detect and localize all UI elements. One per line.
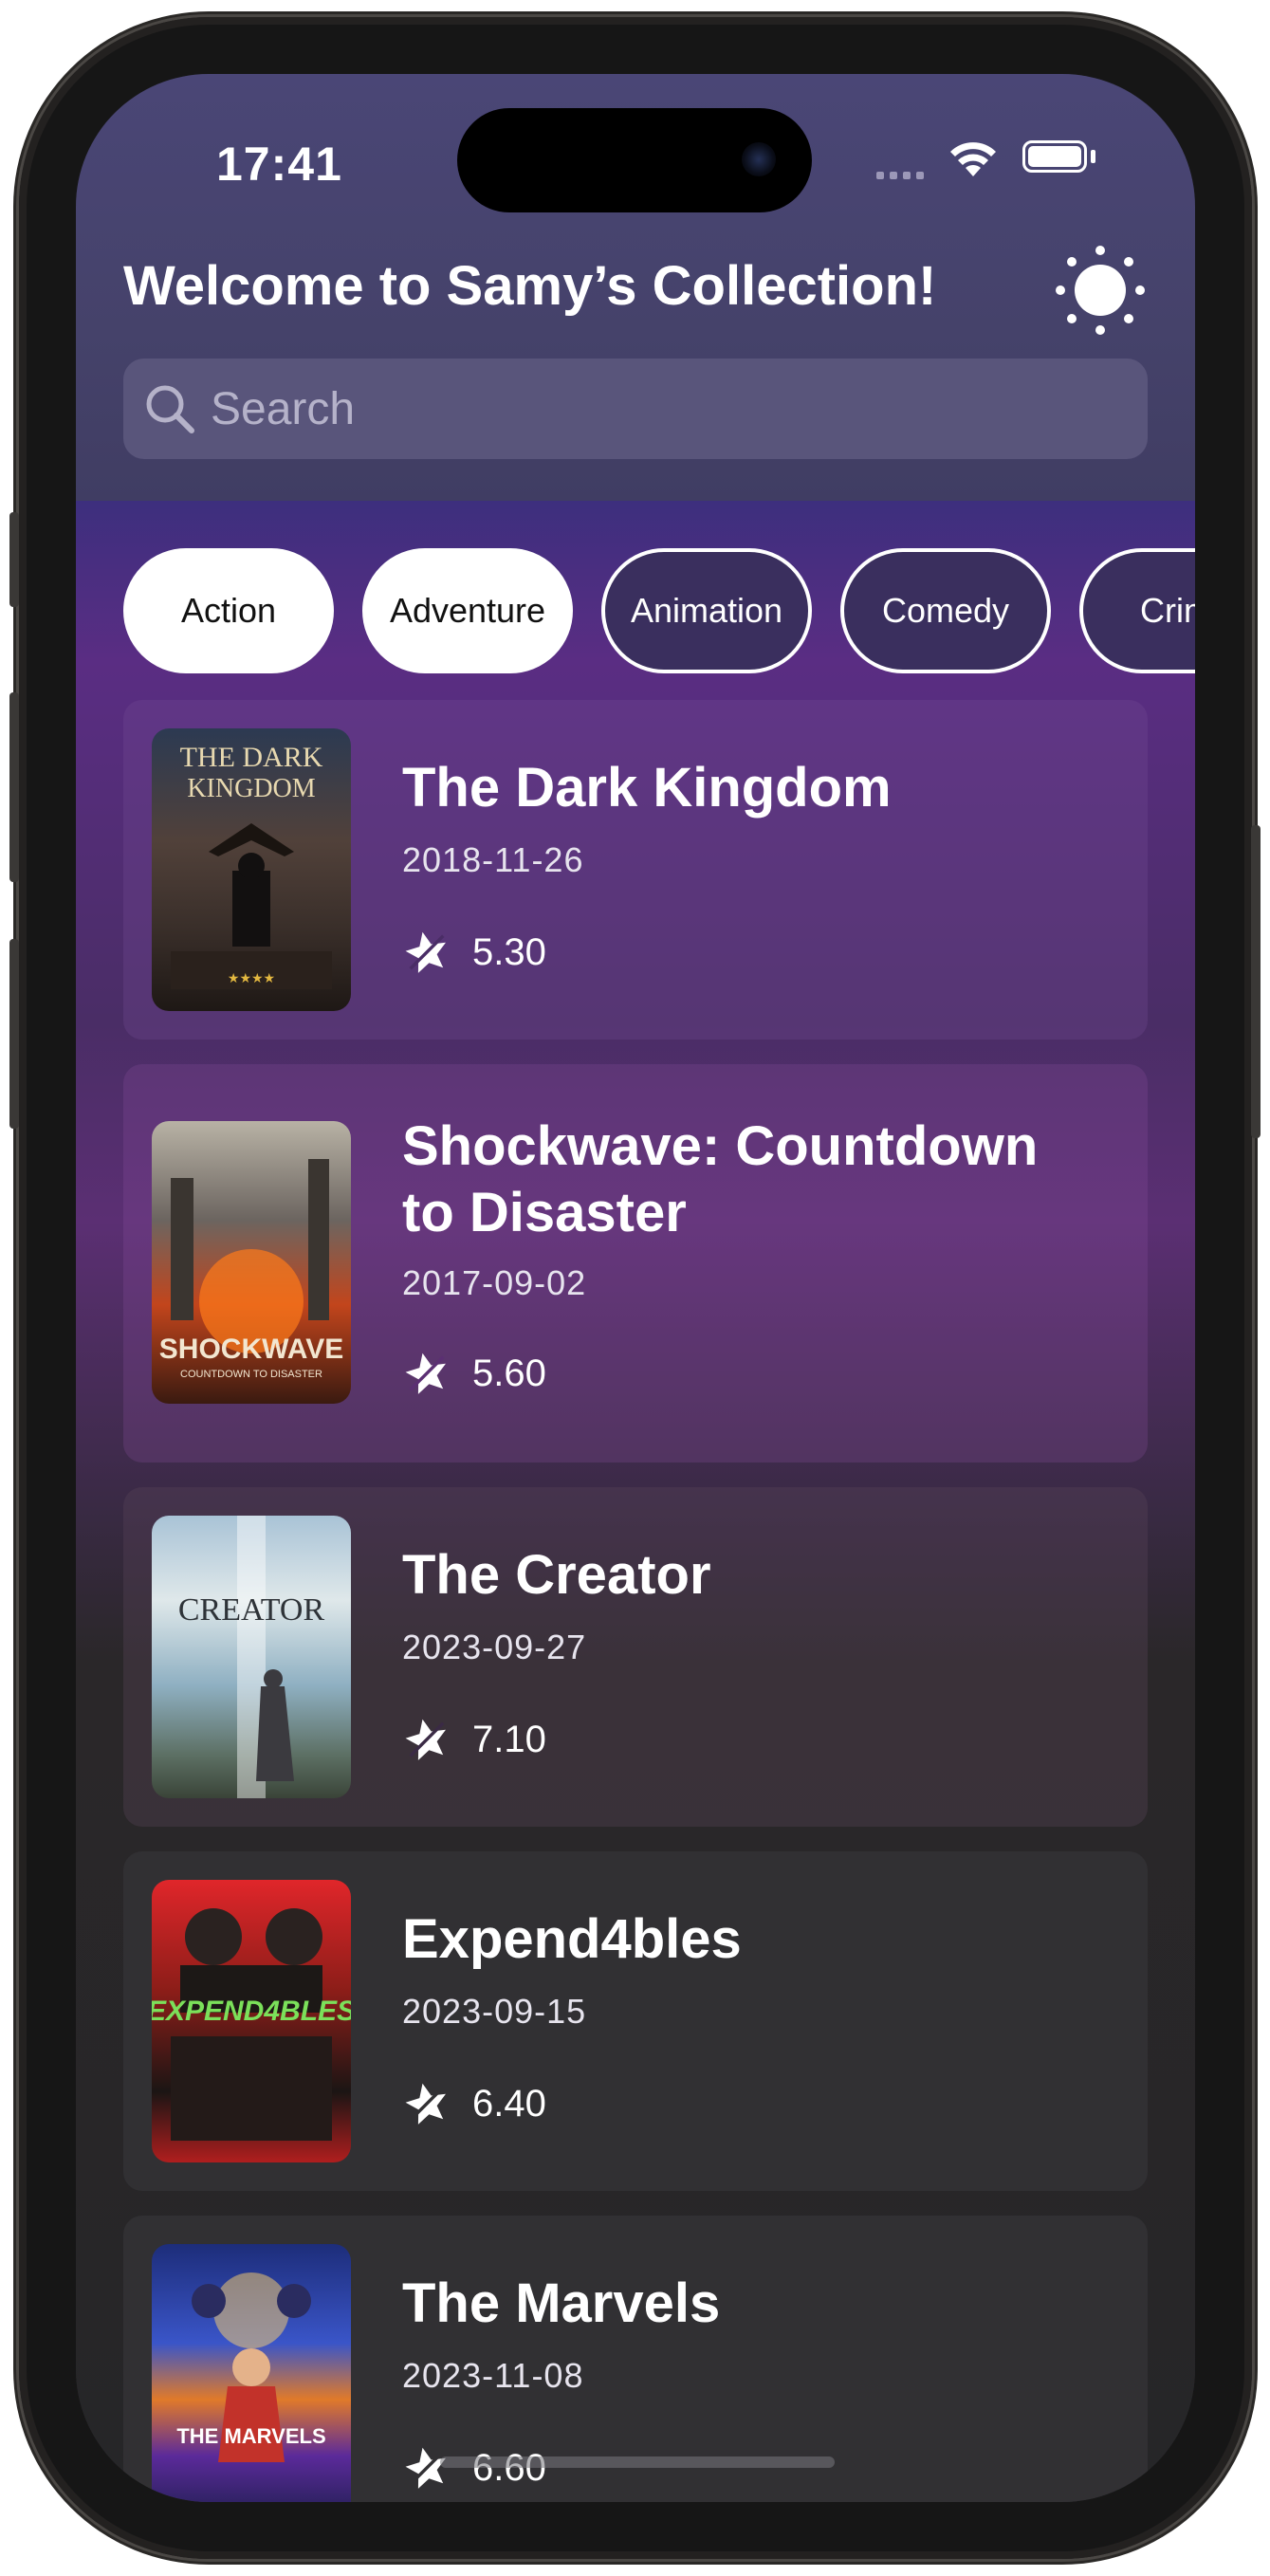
movie-title: Expend4bles	[402, 1908, 742, 1970]
movie-poster: THE DARK KINGDOM ★★★★	[152, 728, 351, 1011]
movie-card[interactable]: CREATOR The Creator 2023-09-27 7.10	[123, 1487, 1148, 1827]
movie-title: The Creator	[402, 1544, 711, 1606]
cellular-signal-icon	[876, 167, 929, 184]
movie-card[interactable]: EXPEND4BLES Expend4bles 2023-09-15 6.40	[123, 1851, 1148, 2191]
star-icon	[405, 2083, 446, 2125]
star-icon	[405, 2447, 446, 2489]
home-indicator[interactable]	[440, 2456, 835, 2468]
status-time: 17:41	[216, 138, 342, 191]
search-input[interactable]: Search	[123, 359, 1148, 459]
power-button	[1251, 825, 1261, 1138]
genre-chip-animation[interactable]: Animation	[601, 548, 812, 673]
poster-title-line1: THE DARK	[180, 742, 323, 773]
poster-title-line2: KINGDOM	[187, 774, 315, 803]
movie-poster: CREATOR	[152, 1516, 351, 1798]
poster-title: EXPEND4BLES	[152, 1996, 351, 2027]
movie-card[interactable]: THE DARK KINGDOM ★★★★ The Dark Kingdom 2…	[123, 700, 1148, 1040]
volume-up-button	[9, 692, 19, 882]
action-button	[9, 512, 19, 607]
sun-icon[interactable]	[1055, 245, 1146, 336]
genre-chip-adventure[interactable]: Adventure	[362, 548, 573, 673]
battery-icon	[1022, 140, 1087, 173]
wifi-icon	[947, 138, 1000, 183]
rating-value: 5.30	[472, 930, 546, 973]
search-placeholder: Search	[211, 384, 356, 434]
star-icon	[405, 1719, 446, 1760]
poster-title: CREATOR	[178, 1592, 325, 1628]
movie-title: Shockwave: Countdown to Disaster	[402, 1115, 1039, 1243]
magnifier-icon	[144, 383, 195, 439]
movie-rating: 6.60	[402, 2443, 546, 2493]
star-icon	[405, 1352, 446, 1394]
page-title: Welcome to Samy’s Collection!	[123, 255, 937, 317]
movie-release-date: 2017-09-02	[402, 1263, 587, 1302]
poster-stars: ★★★★	[228, 970, 275, 985]
movie-poster: SHOCKWAVE COUNTDOWN TO DISASTER	[152, 1121, 351, 1404]
star-icon	[405, 931, 446, 973]
movie-rating: 7.10	[402, 1715, 546, 1764]
genre-chip-action[interactable]: Action	[123, 548, 334, 673]
battery-tip	[1091, 150, 1095, 163]
movie-release-date: 2018-11-26	[402, 840, 584, 879]
poster-title: THE MARVELS	[176, 2424, 325, 2448]
movie-poster: EXPEND4BLES	[152, 1880, 351, 2162]
camera-icon	[742, 142, 776, 176]
rating-value: 6.60	[472, 2447, 546, 2490]
volume-down-button	[9, 939, 19, 1129]
rating-value: 7.10	[472, 1718, 546, 1760]
movie-release-date: 2023-11-08	[402, 2356, 584, 2395]
movie-title: The Marvels	[402, 2272, 721, 2334]
movie-rating: 5.30	[402, 928, 546, 977]
genre-chip-crime[interactable]: Crim	[1079, 548, 1195, 673]
rating-value: 6.40	[472, 2082, 546, 2125]
movie-release-date: 2023-09-27	[402, 1628, 587, 1666]
rating-value: 5.60	[472, 1352, 546, 1394]
movie-rating: 5.60	[402, 1349, 546, 1398]
genre-chip-comedy[interactable]: Comedy	[840, 548, 1051, 673]
poster-title: SHOCKWAVE	[159, 1334, 343, 1365]
poster-subtitle: COUNTDOWN TO DISASTER	[180, 1369, 322, 1380]
movie-release-date: 2023-09-15	[402, 1992, 587, 2031]
movie-poster: THE MARVELS	[152, 2244, 351, 2502]
movie-card[interactable]: SHOCKWAVE COUNTDOWN TO DISASTER Shockwav…	[123, 1064, 1148, 1463]
movie-title: The Dark Kingdom	[402, 757, 892, 819]
movie-rating: 6.40	[402, 2079, 546, 2128]
app-screen: 17:41 Welcome to Samy’s Collection! Sear…	[76, 74, 1195, 2502]
